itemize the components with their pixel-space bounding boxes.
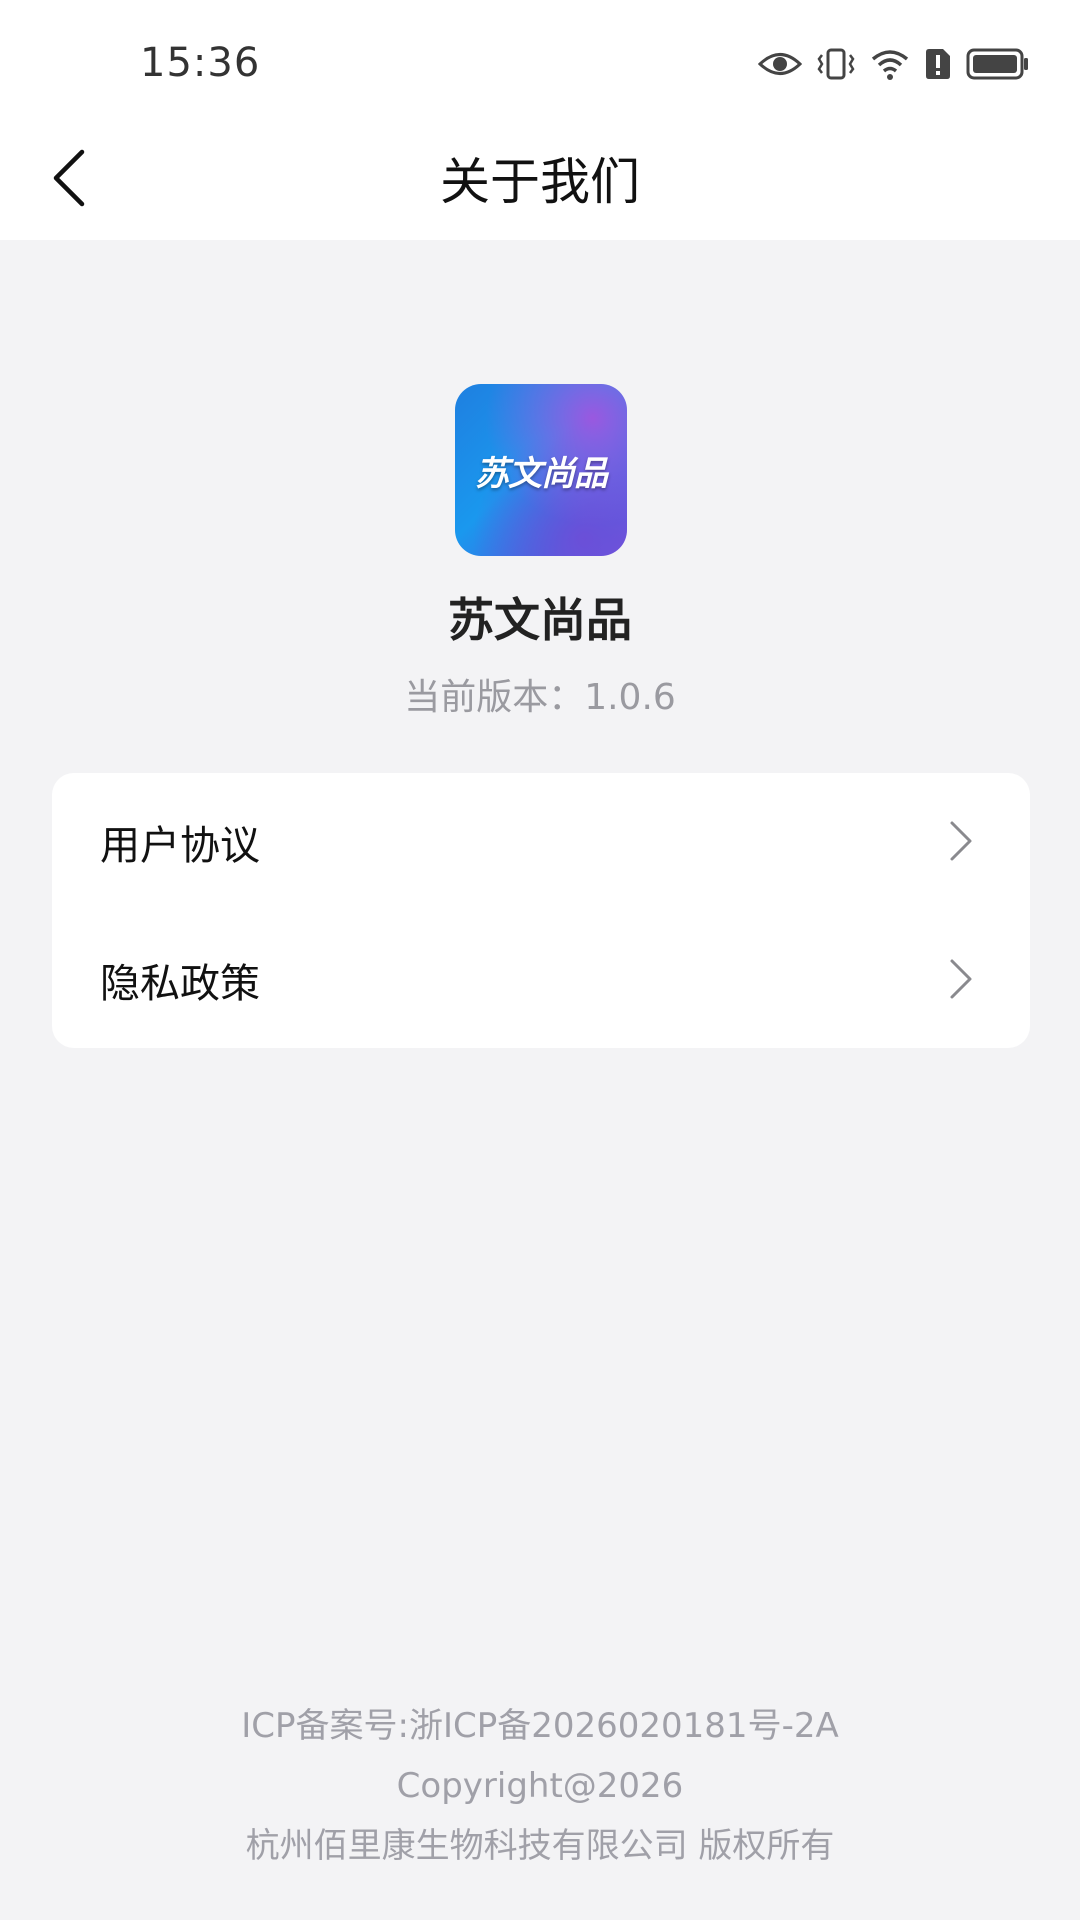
footer: ICP备案号:浙ICP备2026020181号-2A Copyright@202…: [0, 1696, 1080, 1876]
app-logo: 苏文尚品: [455, 384, 627, 556]
nav-bar: 关于我们: [0, 120, 1080, 240]
status-icons: [758, 44, 1030, 84]
battery-icon: [966, 47, 1030, 81]
icp-record: ICP备案号:浙ICP备2026020181号-2A: [241, 1706, 839, 1746]
copyright: Copyright@2026: [396, 1766, 684, 1806]
menu-card: 用户协议 隐私政策: [52, 773, 1030, 1048]
app-logo-text: 苏文尚品: [475, 453, 608, 494]
sim-alert-icon: [924, 47, 952, 81]
wifi-icon: [870, 47, 910, 81]
page-title: 关于我们: [440, 153, 640, 211]
chevron-right-icon: [948, 957, 974, 1005]
eye-icon: [758, 49, 802, 79]
company-name: 杭州佰里康生物科技有限公司 版权所有: [245, 1826, 835, 1866]
menu-item-label: 隐私政策: [100, 961, 260, 1007]
menu-item-privacy-policy[interactable]: 隐私政策: [52, 911, 1030, 1048]
app-version: 当前版本：1.0.6: [404, 677, 676, 718]
menu-item-label: 用户协议: [100, 823, 260, 869]
status-bar: 15:36: [0, 0, 1080, 120]
vibrate-icon: [816, 47, 856, 81]
status-time: 15:36: [140, 40, 261, 86]
app-name: 苏文尚品: [448, 593, 632, 647]
menu-item-user-agreement[interactable]: 用户协议: [52, 773, 1030, 910]
chevron-right-icon: [948, 819, 974, 867]
